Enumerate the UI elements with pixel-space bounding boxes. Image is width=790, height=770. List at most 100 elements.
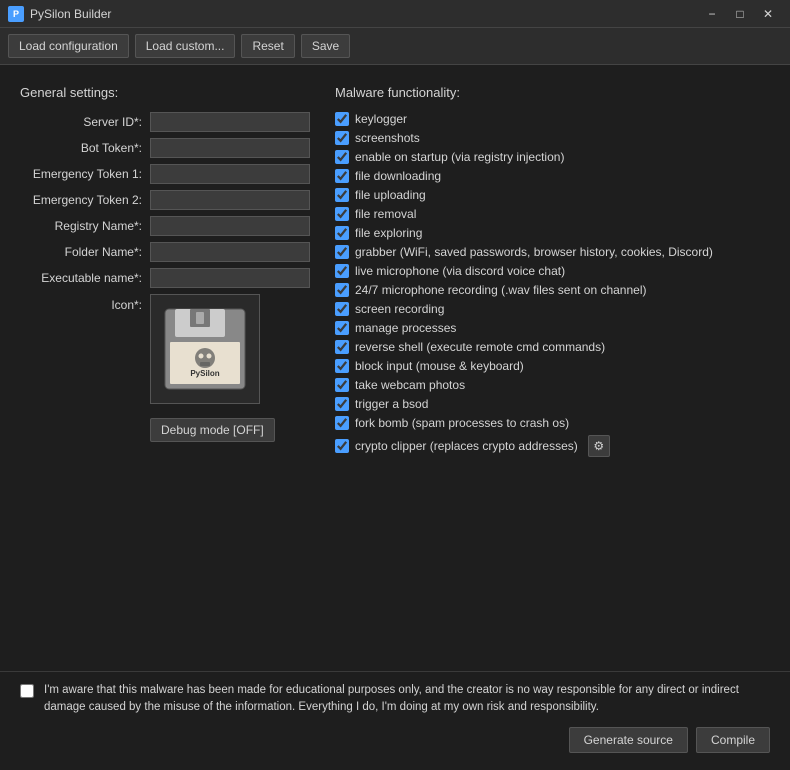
floppy-disk-image: PySilon bbox=[160, 304, 250, 394]
live-microphone-checkbox[interactable] bbox=[335, 264, 349, 278]
screen-recording-label[interactable]: screen recording bbox=[355, 302, 444, 316]
live-microphone-label[interactable]: live microphone (via discord voice chat) bbox=[355, 264, 565, 278]
window-controls: − □ ✕ bbox=[698, 0, 782, 28]
webcam-photos-checkbox[interactable] bbox=[335, 378, 349, 392]
screenshots-item: screenshots bbox=[335, 131, 770, 145]
compile-button[interactable]: Compile bbox=[696, 727, 770, 753]
reset-button[interactable]: Reset bbox=[241, 34, 294, 58]
keylogger-label[interactable]: keylogger bbox=[355, 112, 407, 126]
load-config-button[interactable]: Load configuration bbox=[8, 34, 129, 58]
grabber-label[interactable]: grabber (WiFi, saved passwords, browser … bbox=[355, 245, 713, 259]
registry-name-label: Registry Name*: bbox=[20, 219, 150, 233]
bot-token-label: Bot Token*: bbox=[20, 141, 150, 155]
block-input-checkbox[interactable] bbox=[335, 359, 349, 373]
grabber-item: grabber (WiFi, saved passwords, browser … bbox=[335, 245, 770, 259]
general-settings-title: General settings: bbox=[20, 85, 315, 100]
toolbar: Load configuration Load custom... Reset … bbox=[0, 28, 790, 65]
file-uploading-item: file uploading bbox=[335, 188, 770, 202]
file-exploring-item: file exploring bbox=[335, 226, 770, 240]
enable-startup-item: enable on startup (via registry injectio… bbox=[335, 150, 770, 164]
manage-processes-checkbox[interactable] bbox=[335, 321, 349, 335]
enable-startup-label[interactable]: enable on startup (via registry injectio… bbox=[355, 150, 564, 164]
block-input-item: block input (mouse & keyboard) bbox=[335, 359, 770, 373]
file-downloading-item: file downloading bbox=[335, 169, 770, 183]
bottom-buttons: Generate source Compile bbox=[20, 727, 770, 753]
screen-recording-item: screen recording bbox=[335, 302, 770, 316]
close-button[interactable]: ✕ bbox=[754, 0, 782, 28]
save-button[interactable]: Save bbox=[301, 34, 350, 58]
folder-name-label: Folder Name*: bbox=[20, 245, 150, 259]
emergency-token-1-input[interactable] bbox=[150, 164, 310, 184]
reverse-shell-label[interactable]: reverse shell (execute remote cmd comman… bbox=[355, 340, 605, 354]
minimize-button[interactable]: − bbox=[698, 0, 726, 28]
load-custom-button[interactable]: Load custom... bbox=[135, 34, 236, 58]
manage-processes-item: manage processes bbox=[335, 321, 770, 335]
block-input-label[interactable]: block input (mouse & keyboard) bbox=[355, 359, 524, 373]
app-icon: P bbox=[8, 6, 24, 22]
manage-processes-label[interactable]: manage processes bbox=[355, 321, 456, 335]
trigger-bsod-label[interactable]: trigger a bsod bbox=[355, 397, 428, 411]
webcam-photos-label[interactable]: take webcam photos bbox=[355, 378, 465, 392]
registry-name-row: Registry Name*: bbox=[20, 216, 315, 236]
bot-token-input[interactable] bbox=[150, 138, 310, 158]
disclaimer-text[interactable]: I'm aware that this malware has been mad… bbox=[44, 682, 770, 717]
fork-bomb-checkbox[interactable] bbox=[335, 416, 349, 430]
trigger-bsod-checkbox[interactable] bbox=[335, 397, 349, 411]
emergency-token-2-input[interactable] bbox=[150, 190, 310, 210]
fork-bomb-item: fork bomb (spam processes to crash os) bbox=[335, 416, 770, 430]
live-microphone-item: live microphone (via discord voice chat) bbox=[335, 264, 770, 278]
grabber-checkbox[interactable] bbox=[335, 245, 349, 259]
screenshots-checkbox[interactable] bbox=[335, 131, 349, 145]
crypto-clipper-checkbox[interactable] bbox=[335, 439, 349, 453]
emergency-token-1-label: Emergency Token 1: bbox=[20, 167, 150, 181]
executable-name-input[interactable] bbox=[150, 268, 310, 288]
screenshots-label[interactable]: screenshots bbox=[355, 131, 420, 145]
screen-recording-checkbox[interactable] bbox=[335, 302, 349, 316]
reverse-shell-item: reverse shell (execute remote cmd comman… bbox=[335, 340, 770, 354]
server-id-label: Server ID*: bbox=[20, 115, 150, 129]
keylogger-item: keylogger bbox=[335, 112, 770, 126]
server-id-row: Server ID*: bbox=[20, 112, 315, 132]
reverse-shell-checkbox[interactable] bbox=[335, 340, 349, 354]
disclaimer-row: I'm aware that this malware has been mad… bbox=[20, 682, 770, 717]
crypto-clipper-label[interactable]: crypto clipper (replaces crypto addresse… bbox=[355, 439, 578, 453]
generate-source-button[interactable]: Generate source bbox=[569, 727, 688, 753]
disclaimer-checkbox[interactable] bbox=[20, 684, 34, 698]
bot-token-row: Bot Token*: bbox=[20, 138, 315, 158]
file-removal-item: file removal bbox=[335, 207, 770, 221]
enable-startup-checkbox[interactable] bbox=[335, 150, 349, 164]
crypto-clipper-settings-button[interactable]: ⚙ bbox=[588, 435, 610, 457]
microphone-recording-item: 24/7 microphone recording (.wav files se… bbox=[335, 283, 770, 297]
file-exploring-checkbox[interactable] bbox=[335, 226, 349, 240]
file-removal-label[interactable]: file removal bbox=[355, 207, 416, 221]
icon-container: Icon*: bbox=[20, 294, 315, 404]
left-panel: General settings: Server ID*: Bot Token*… bbox=[20, 85, 315, 661]
file-uploading-checkbox[interactable] bbox=[335, 188, 349, 202]
icon-label: Icon*: bbox=[20, 294, 150, 312]
emergency-token-2-row: Emergency Token 2: bbox=[20, 190, 315, 210]
bottom-section: I'm aware that this malware has been mad… bbox=[0, 671, 790, 763]
icon-preview[interactable]: PySilon bbox=[150, 294, 260, 404]
registry-name-input[interactable] bbox=[150, 216, 310, 236]
microphone-recording-checkbox[interactable] bbox=[335, 283, 349, 297]
file-removal-checkbox[interactable] bbox=[335, 207, 349, 221]
emergency-token-2-label: Emergency Token 2: bbox=[20, 193, 150, 207]
folder-name-input[interactable] bbox=[150, 242, 310, 262]
trigger-bsod-item: trigger a bsod bbox=[335, 397, 770, 411]
file-downloading-label[interactable]: file downloading bbox=[355, 169, 441, 183]
crypto-clipper-item: crypto clipper (replaces crypto addresse… bbox=[335, 435, 770, 457]
server-id-input[interactable] bbox=[150, 112, 310, 132]
malware-checkbox-list: keylogger screenshots enable on startup … bbox=[335, 112, 770, 457]
file-exploring-label[interactable]: file exploring bbox=[355, 226, 422, 240]
svg-text:PySilon: PySilon bbox=[190, 369, 219, 378]
webcam-photos-item: take webcam photos bbox=[335, 378, 770, 392]
debug-mode-button[interactable]: Debug mode [OFF] bbox=[150, 418, 275, 442]
keylogger-checkbox[interactable] bbox=[335, 112, 349, 126]
file-downloading-checkbox[interactable] bbox=[335, 169, 349, 183]
microphone-recording-label[interactable]: 24/7 microphone recording (.wav files se… bbox=[355, 283, 647, 297]
fork-bomb-label[interactable]: fork bomb (spam processes to crash os) bbox=[355, 416, 569, 430]
file-uploading-label[interactable]: file uploading bbox=[355, 188, 426, 202]
executable-name-row: Executable name*: bbox=[20, 268, 315, 288]
malware-functionality-title: Malware functionality: bbox=[335, 85, 770, 100]
maximize-button[interactable]: □ bbox=[726, 0, 754, 28]
